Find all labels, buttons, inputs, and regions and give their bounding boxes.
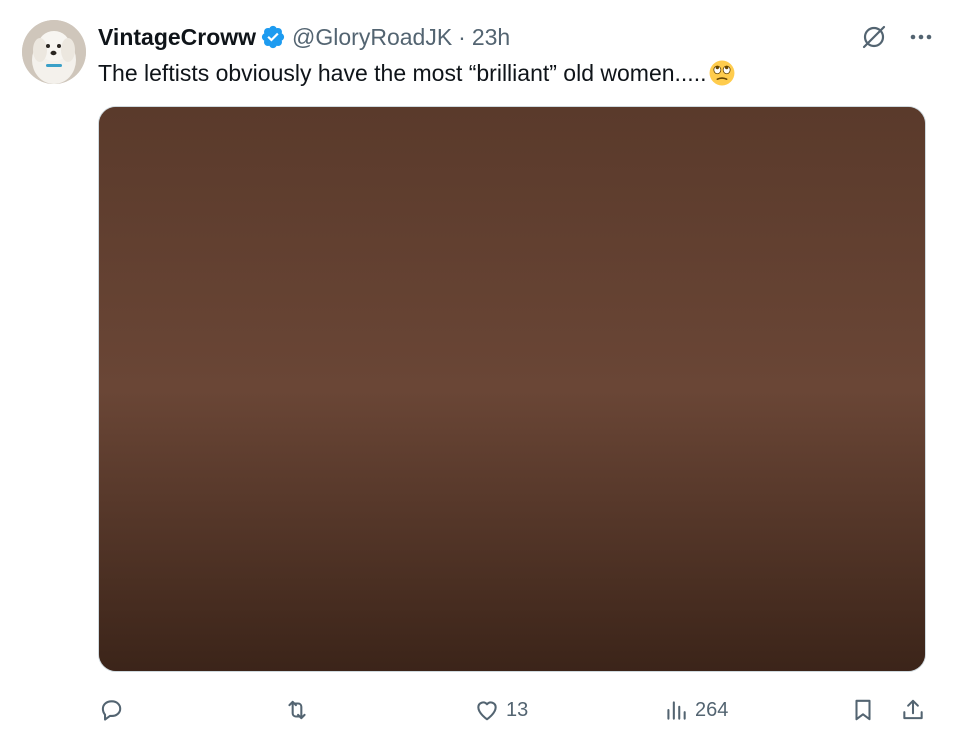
tweet: VintageCroww @GloryRoadJK · 23h The left… [0, 0, 954, 748]
verified-badge-icon[interactable] [260, 24, 286, 50]
views-button[interactable]: 264 [663, 690, 728, 730]
bookmark-icon [855, 699, 871, 721]
header-actions [860, 22, 934, 52]
reply-button[interactable] [98, 690, 130, 730]
views-icon [667, 701, 686, 720]
repost-icon [288, 700, 306, 720]
tweet-media-image[interactable] [98, 106, 926, 672]
like-count: 13 [506, 698, 529, 721]
action-bar: 13 264 [98, 690, 928, 730]
separator-dot: · [458, 23, 466, 50]
author-handle[interactable]: @GloryRoadJK [292, 24, 452, 51]
tweet-header: VintageCroww @GloryRoadJK · 23h [98, 22, 934, 52]
avatar[interactable] [22, 20, 86, 84]
views-count: 264 [695, 698, 729, 721]
more-icon[interactable] [908, 24, 934, 50]
author-display-name[interactable]: VintageCroww [98, 24, 256, 51]
share-button[interactable] [900, 690, 926, 730]
share-icon [903, 699, 923, 720]
media-photo [99, 107, 925, 671]
tweet-text: The leftists obviously have the most “br… [98, 58, 914, 88]
reply-icon [101, 700, 122, 721]
repost-button[interactable] [284, 690, 316, 730]
heart-icon [477, 701, 497, 721]
like-button[interactable]: 13 [474, 690, 528, 730]
rolling-eyes-emoji-icon [710, 60, 735, 86]
dog-avatar-image [22, 20, 86, 84]
tweet-text-body: The leftists obviously have the most “br… [98, 60, 707, 86]
grok-icon[interactable] [860, 23, 888, 51]
bookmark-button[interactable] [850, 690, 876, 730]
post-timestamp[interactable]: 23h [472, 24, 510, 51]
